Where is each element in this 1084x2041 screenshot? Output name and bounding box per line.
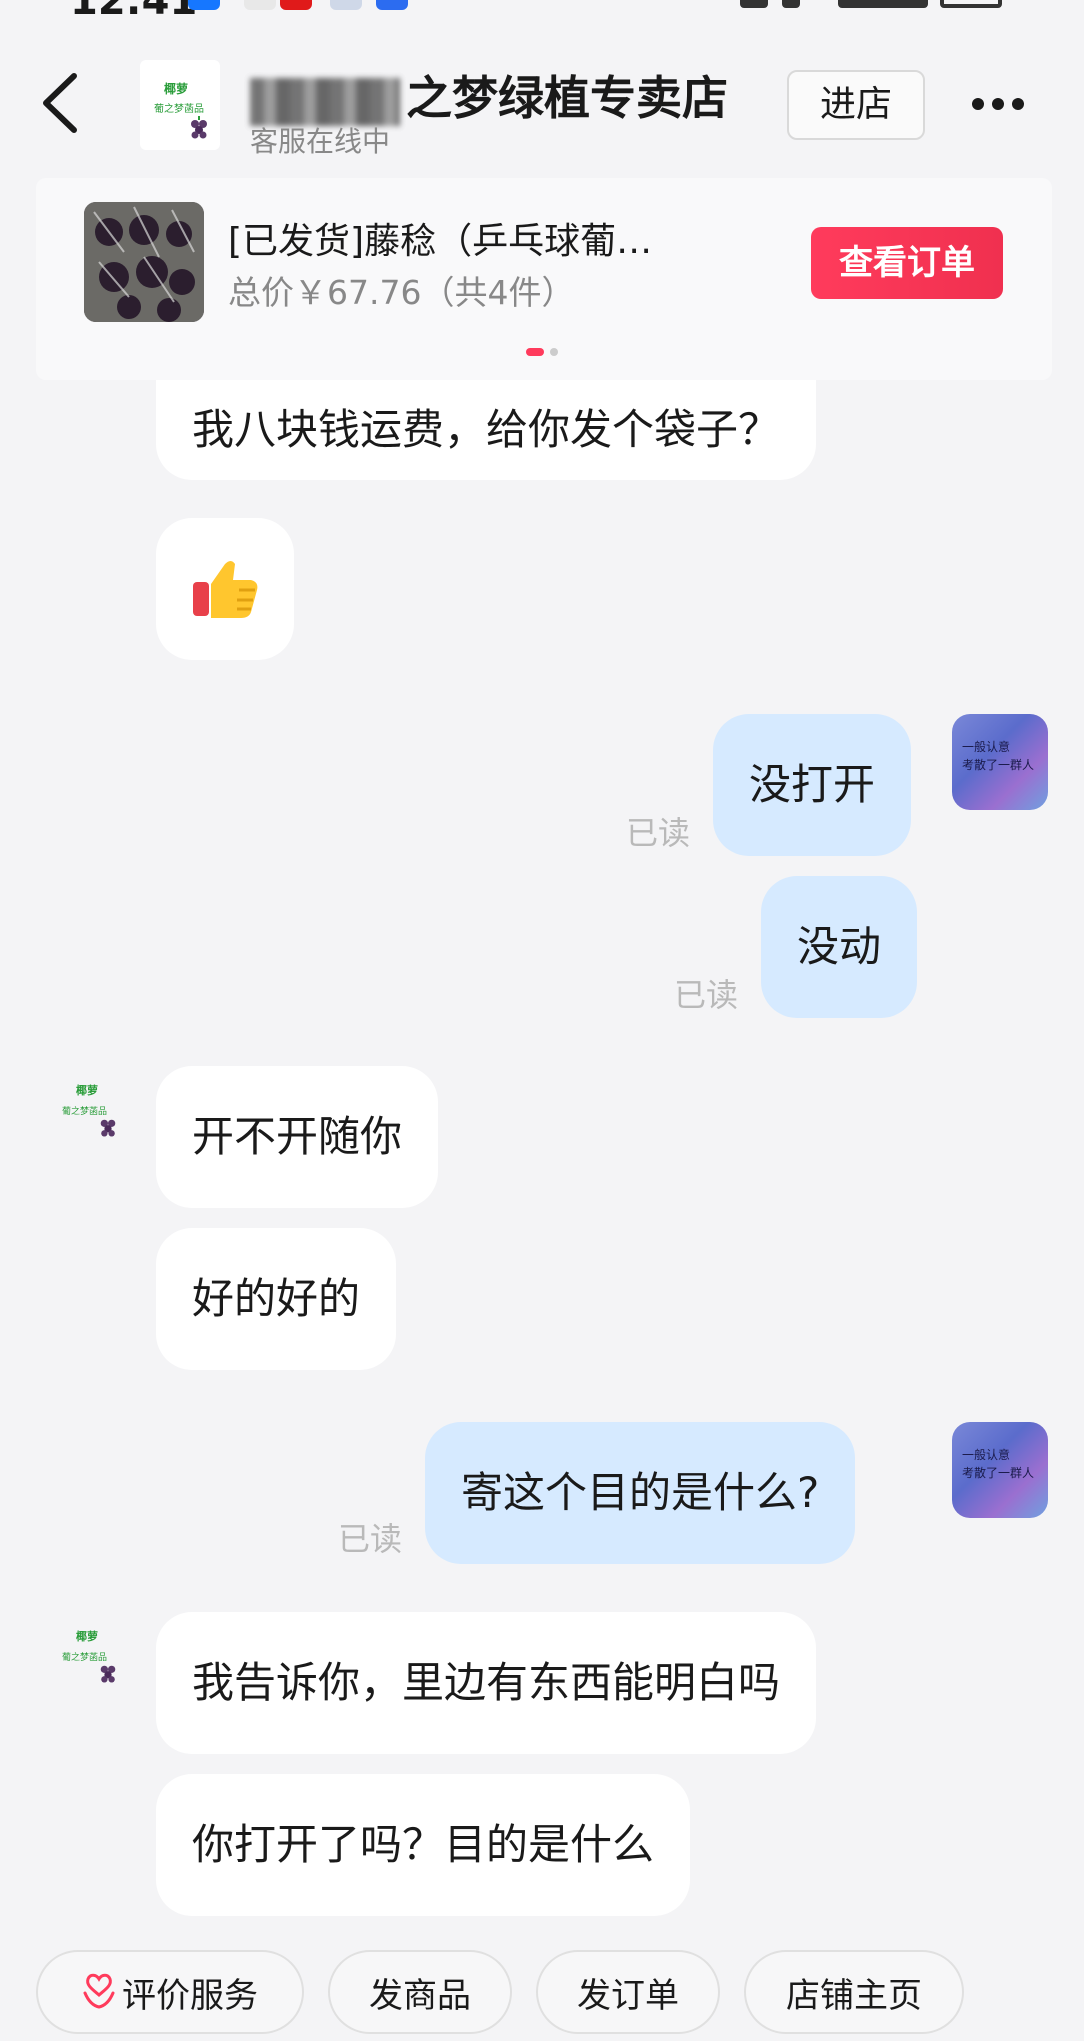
store-avatar-small[interactable]: 椰萝 葡之梦菡品 — [48, 1620, 132, 1704]
message-bubble-outgoing[interactable]: 没打开 — [713, 714, 912, 856]
signal-icon — [838, 0, 928, 8]
message-bubble-incoming[interactable]: 我告诉你，里边有东西能明白吗 — [156, 1612, 817, 1754]
grape-icon — [191, 116, 207, 139]
notification-icon — [330, 0, 362, 10]
chat-header: 椰萝 葡之梦菡品 之梦绿植专卖店 客服在线中 进店 — [0, 50, 1084, 170]
send-product-button[interactable]: 发商品 — [328, 1950, 512, 2034]
send-order-button[interactable]: 发订单 — [536, 1950, 720, 2034]
battery-icon — [940, 0, 1002, 8]
quick-action-label: 发订单 — [577, 1975, 679, 2016]
more-icon — [972, 98, 984, 110]
heart-hands-icon — [83, 1973, 115, 2009]
view-order-button[interactable]: 查看订单 — [811, 227, 1003, 299]
read-receipt: 已读 — [626, 814, 691, 852]
read-receipt: 已读 — [338, 1520, 403, 1558]
store-status: 客服在线中 — [250, 125, 391, 158]
more-icon — [1012, 98, 1024, 110]
message-bubble-incoming[interactable]: 我八块钱运费，给你发个袋子？ — [156, 380, 817, 480]
quick-action-label: 评价服务 — [122, 1975, 258, 2016]
alarm-icon — [740, 0, 768, 8]
avatar-text: 椰萝 — [76, 1084, 98, 1097]
store-avatar-small[interactable]: 椰萝 葡之梦菡品 — [48, 1074, 132, 1158]
quick-action-label: 店铺主页 — [786, 1975, 922, 2016]
notification-icon — [244, 0, 276, 10]
chevron-left-icon — [43, 73, 77, 133]
my-avatar[interactable]: 一般认意 考散了一群人 — [952, 1422, 1048, 1518]
store-name: 之梦绿植专卖店 — [250, 62, 728, 128]
message-bubble-incoming[interactable]: 好的好的 — [156, 1228, 397, 1370]
message-text: 没打开 — [749, 759, 876, 809]
message-text: 没动 — [797, 921, 882, 971]
message-text: 我八块钱运费，给你发个袋子？ — [192, 404, 781, 454]
order-title: [已发货]藤稔（乒乓球葡… — [228, 221, 653, 262]
message-text: 你打开了吗？目的是什么 — [192, 1819, 655, 1869]
store-avatar[interactable]: 椰萝 葡之梦菡品 — [140, 60, 220, 150]
chat-messages[interactable]: 我八块钱运费，给你发个袋子？ 一般认意 考散了一群人 已读 没打开 已读 没动 … — [0, 380, 1084, 1940]
notification-icon — [188, 0, 220, 10]
grape-photo — [84, 202, 204, 322]
avatar-text: 椰萝 — [164, 82, 189, 96]
pager-dot-active — [526, 348, 544, 356]
store-name-text: 之梦绿植专卖店 — [406, 71, 728, 125]
my-avatar[interactable]: 一般认意 考散了一群人 — [952, 714, 1048, 810]
message-text: 寄这个目的是什么? — [461, 1467, 820, 1517]
bluetooth-icon — [782, 0, 800, 8]
message-bubble-incoming[interactable]: 开不开随你 — [156, 1066, 439, 1208]
message-text: 我告诉你，里边有东西能明白吗 — [192, 1657, 781, 1707]
order-card[interactable]: [已发货]藤稔（乒乓球葡… 总价￥67.76（共4件） 查看订单 — [36, 178, 1052, 380]
quick-action-label: 发商品 — [369, 1975, 471, 2016]
product-thumbnail[interactable] — [84, 202, 204, 322]
back-button[interactable] — [40, 72, 100, 142]
message-bubble-incoming[interactable] — [156, 518, 294, 660]
quick-action-bar: 评价服务 发商品 发订单 店铺主页 — [0, 1944, 1084, 2041]
message-bubble-outgoing[interactable]: 没动 — [761, 876, 918, 1018]
notification-icon — [280, 0, 312, 10]
more-icon — [992, 98, 1004, 110]
grape-icon — [100, 1119, 116, 1137]
avatar-text: 椰萝 — [76, 1630, 98, 1643]
thumbs-up-icon — [193, 561, 258, 618]
rate-service-button[interactable]: 评价服务 — [36, 1950, 304, 2034]
store-homepage-button[interactable]: 店铺主页 — [744, 1950, 964, 2034]
pager-dot — [550, 348, 558, 356]
enter-store-button[interactable]: 进店 — [787, 70, 925, 140]
notification-icon — [376, 0, 408, 10]
avatar-text: 一般认意 考散了一群人 — [962, 740, 1035, 772]
more-button[interactable] — [968, 90, 1028, 120]
status-bar: 12:41 — [0, 0, 1084, 20]
grape-icon — [100, 1665, 116, 1683]
message-text: 开不开随你 — [192, 1111, 403, 1161]
message-bubble-outgoing[interactable]: 寄这个目的是什么? — [425, 1422, 856, 1564]
avatar-text: 葡之梦菡品 — [154, 104, 204, 115]
order-price: 总价￥67.76（共4件） — [228, 273, 575, 312]
avatar-text: 一般认意 考散了一群人 — [962, 1448, 1035, 1480]
status-time: 12:41 — [70, 0, 197, 20]
redacted-text — [250, 77, 400, 126]
message-text: 好的好的 — [192, 1273, 361, 1323]
message-bubble-incoming[interactable]: 你打开了吗？目的是什么 — [156, 1774, 691, 1916]
read-receipt: 已读 — [674, 976, 739, 1014]
